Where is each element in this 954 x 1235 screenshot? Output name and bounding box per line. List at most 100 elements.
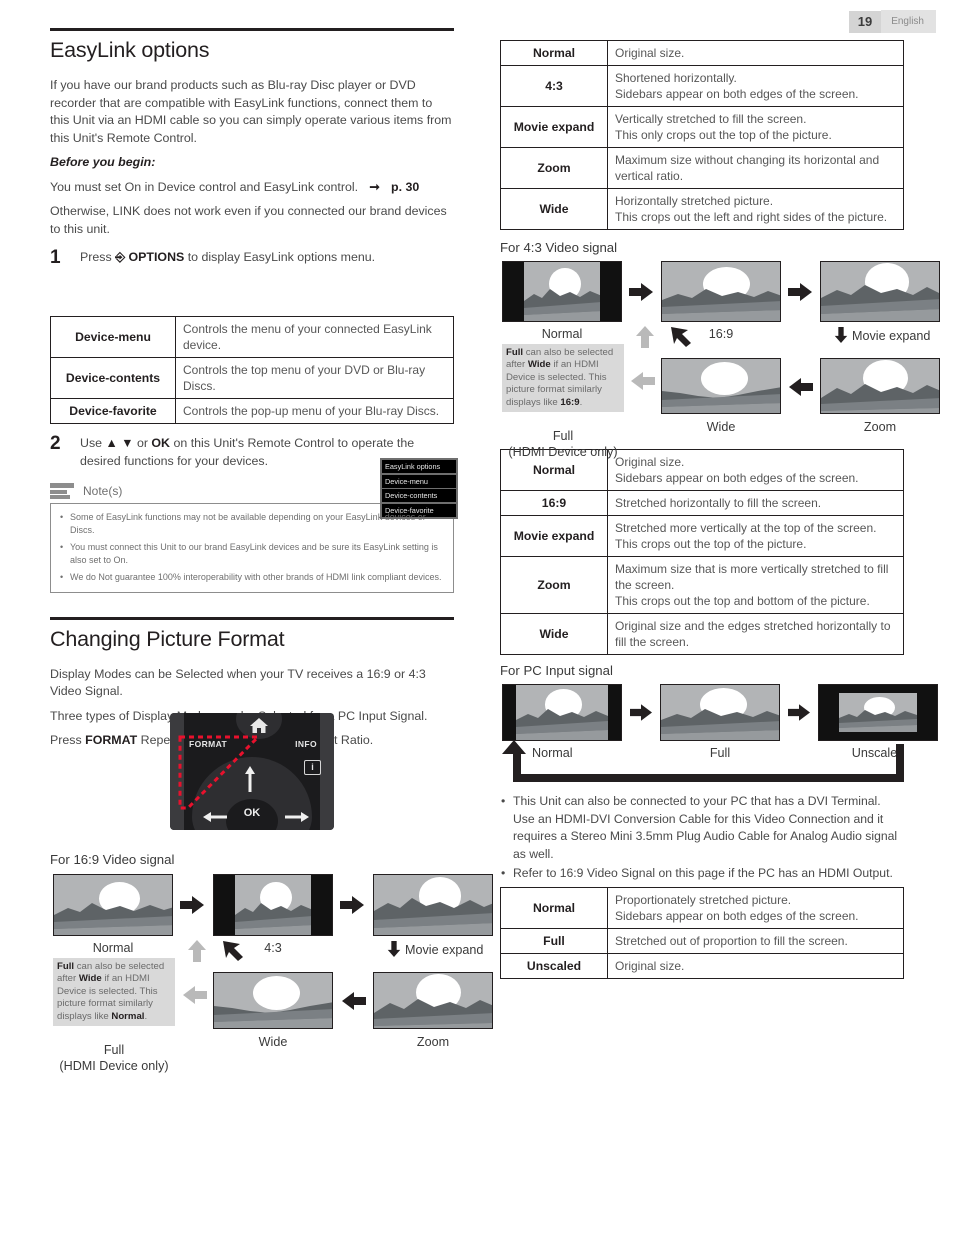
table-row: 4:3 Shortened horizontally. Sidebars appe… — [500, 65, 904, 107]
cell-key: Normal — [500, 40, 608, 66]
flow-arrow-right-icon — [629, 283, 653, 301]
flow-arrow-down-icon — [834, 327, 848, 343]
osd-item-device-contents[interactable]: Device-contents — [382, 489, 456, 502]
diagram-caption-full-sub: (HDMI Device only) — [508, 445, 618, 459]
table-16-9-formats: Normal Original size. 4:3 Shortened hori… — [500, 40, 904, 230]
osd-title: EasyLink options — [382, 460, 456, 473]
cell-desc: Maximum size without changing its horizo… — [607, 147, 904, 189]
tv-preview-normal — [502, 261, 622, 322]
step-1-text: Press ⎆ OPTIONS to display EasyLink opti… — [80, 248, 454, 268]
tv-preview-4-3 — [213, 874, 333, 936]
diagram-title: For PC Input signal — [500, 663, 613, 678]
table-row: Device-favorite Controls the pop-up menu… — [50, 398, 454, 424]
cell-desc: Controls the menu of your connected Easy… — [175, 316, 454, 358]
diagram-caption: Movie expand — [387, 941, 507, 957]
table-pc-formats: Normal Proportionately stretched picture… — [500, 886, 904, 979]
table-row: Device-contents Controls the top menu of… — [50, 357, 454, 399]
options-button-icon: ⎆ — [115, 250, 126, 264]
osd-easylink-options-menu[interactable]: EasyLink options Device-menu Device-cont… — [380, 458, 458, 519]
cell-desc: Shortened horizontally. Sidebars appear o… — [607, 65, 904, 107]
diagram-caption: Normal — [92, 941, 134, 955]
flow-arrow-right-icon — [788, 704, 810, 721]
flow-arrow-left-gray-icon — [183, 986, 207, 1004]
remote-control-illustration: FORMAT INFO i OK — [170, 713, 334, 830]
cell-desc: Horizontally stretched picture. This crop… — [607, 188, 904, 230]
cell-key: Device-menu — [50, 316, 176, 358]
flow-arrow-up-gray-icon — [188, 940, 206, 962]
diagram-caption-full: Full — [103, 1043, 125, 1057]
list-item: Refer to 16:9 Video Signal on this page … — [500, 865, 904, 883]
cell-desc: Controls the pop-up menu of your Blu-ray… — [175, 398, 454, 424]
note-item: You must connect this Unit to our brand … — [60, 541, 444, 566]
tv-preview-movie-expand — [820, 261, 940, 322]
cell-key: Wide — [500, 613, 608, 655]
table-row: Movie expand Vertically stretched to fil… — [500, 106, 904, 148]
cell-desc: Original size and the edges stretched ho… — [607, 613, 904, 655]
pc-notes-list: This Unit can also be connected to your … — [500, 793, 904, 883]
step-1: 1 Press ⎆ OPTIONS to display EasyLink op… — [50, 248, 454, 268]
arrow-right-icon: ➞ — [369, 179, 380, 194]
cell-desc: Original size. — [607, 952, 904, 979]
tv-preview-wide — [213, 972, 333, 1029]
easylink-options-table: Device-menu Controls the menu of your co… — [50, 316, 454, 424]
tv-preview-zoom — [820, 358, 940, 414]
page-title-easylink-options: EasyLink options — [50, 38, 210, 62]
cell-key: 4:3 — [500, 65, 608, 107]
cell-key: Movie expand — [500, 515, 608, 557]
cell-key: Unscaled — [500, 952, 608, 979]
cell-desc: Original size. Sidebars appear on both ed… — [607, 449, 904, 491]
before-you-begin-label: Before you begin: — [50, 155, 156, 169]
step-2-a: Use — [80, 436, 103, 450]
section-rule-picture-format — [50, 616, 454, 620]
table-row: Zoom Maximum size that is more verticall… — [500, 556, 904, 614]
tv-preview-pc-unscaled — [818, 684, 938, 741]
page-header: 19 English — [848, 10, 936, 33]
diagram-caption: Wide — [706, 420, 736, 434]
cell-key: Movie expand — [500, 106, 608, 148]
diagram-caption-full-sub: (HDMI Device only) — [59, 1059, 169, 1073]
tv-preview-pc-normal — [502, 684, 622, 741]
full-format-note: Full can also be selected after Wide if … — [53, 958, 175, 1027]
tv-preview-pc-full — [660, 684, 780, 741]
options-key-label: OPTIONS — [128, 250, 185, 264]
cell-desc: Maximum size that is more vertically str… — [607, 556, 904, 614]
format-highlight-callout — [178, 735, 262, 810]
cell-key: Device-contents — [50, 357, 176, 399]
page-number: 19 — [848, 10, 882, 33]
cell-key: Device-favorite — [50, 398, 176, 424]
cell-desc: Vertically stretched to fill the screen.… — [607, 106, 904, 148]
flow-loop-arrow-icon — [502, 740, 904, 782]
table-row: 16:9 Stretched horizontally to fill the … — [500, 490, 904, 516]
notes-label: Note(s) — [83, 483, 123, 498]
tv-preview-movie-expand — [373, 874, 493, 936]
diagram-caption: Wide — [258, 1035, 288, 1049]
step-1-pre: Press — [80, 250, 112, 264]
step-1-number: 1 — [50, 247, 61, 268]
note-item: We do Not guarantee 100% interoperabilit… — [60, 571, 444, 584]
osd-item-device-menu[interactable]: Device-menu — [382, 474, 456, 488]
left-column: EasyLink options If you have our brand p… — [50, 28, 458, 757]
diagram-caption-full: Full — [552, 429, 574, 443]
table-row: Full Stretched out of proportion to fill… — [500, 927, 904, 954]
tv-preview-16-9 — [661, 261, 781, 322]
cell-key: Normal — [500, 886, 608, 929]
diagram-16-9-video-signal: For 16:9 Video signal Normal 4:3 Movie e… — [50, 842, 493, 1073]
flow-arrow-right-icon — [788, 283, 812, 301]
cell-key: Wide — [500, 188, 608, 230]
page-language-label: English — [881, 10, 936, 33]
cell-key: Full — [500, 927, 608, 954]
page-title-changing-picture-format: Changing Picture Format — [50, 626, 285, 651]
tv-preview-wide — [661, 358, 781, 414]
table-row: Unscaled Original size. — [500, 952, 904, 979]
flow-arrow-left-icon — [789, 378, 813, 396]
tv-preview-zoom — [373, 972, 493, 1029]
cell-key: Zoom — [500, 147, 608, 189]
flow-arrow-right-icon — [180, 896, 204, 914]
notes-box: Some of EasyLink functions may not be av… — [50, 503, 454, 593]
step-2-number: 2 — [50, 433, 61, 454]
format-key-label: FORMAT — [85, 733, 138, 747]
table-row: Zoom Maximum size without changing its h… — [500, 147, 904, 189]
cell-desc: Stretched more vertically at the top of … — [607, 515, 904, 557]
step-1-post: to display EasyLink options menu. — [187, 250, 376, 264]
diagram-caption: Normal — [541, 327, 583, 341]
